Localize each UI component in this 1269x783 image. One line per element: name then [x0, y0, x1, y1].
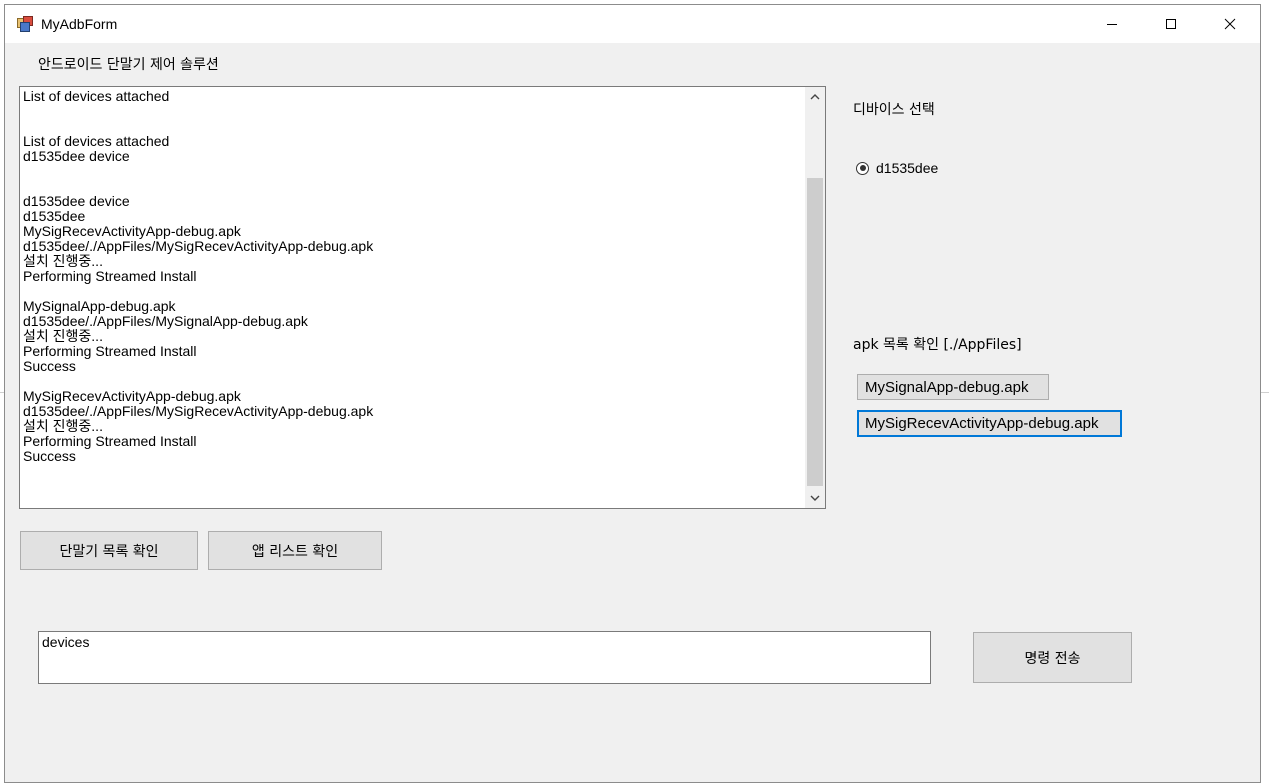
device-list-button[interactable]: 단말기 목록 확인: [20, 531, 198, 570]
close-button[interactable]: [1201, 5, 1259, 43]
header-label: 안드로이드 단말기 제어 솔루션: [38, 57, 219, 73]
app-list-button[interactable]: 앱 리스트 확인: [208, 531, 382, 570]
device-list-button-label: 단말기 목록 확인: [59, 543, 159, 560]
apk-file-button-mysigrecevactivityapp[interactable]: MySigRecevActivityApp-debug.apk: [857, 410, 1122, 437]
scroll-up-button[interactable]: [805, 87, 825, 107]
command-input[interactable]: devices: [38, 631, 931, 684]
minimize-icon: [1107, 24, 1117, 25]
window-title: MyAdbForm: [41, 16, 118, 32]
maximize-icon: [1166, 19, 1176, 29]
chevron-up-icon: [810, 94, 820, 100]
apk-file-label: MySigRecevActivityApp-debug.apk: [865, 415, 1099, 432]
device-select-label: 디바이스 선택: [853, 102, 935, 118]
send-command-button-label: 명령 전송: [1024, 650, 1081, 667]
background-line: [1261, 392, 1269, 393]
app-list-button-label: 앱 리스트 확인: [251, 543, 339, 560]
send-command-button[interactable]: 명령 전송: [973, 632, 1132, 683]
device-radio-label: d1535dee: [876, 160, 939, 176]
apk-file-button-mysignalapp[interactable]: MySignalApp-debug.apk: [857, 374, 1049, 400]
log-output-textbox[interactable]: List of devices attached List of devices…: [19, 86, 826, 509]
scroll-thumb[interactable]: [807, 178, 823, 486]
apk-list-label: apk 목록 확인 [./AppFiles]: [853, 337, 1022, 353]
radio-button[interactable]: [856, 161, 869, 175]
app-icon: [17, 16, 33, 32]
minimize-button[interactable]: [1083, 5, 1141, 43]
radio-selected-dot: [859, 165, 866, 171]
apk-file-label: MySignalApp-debug.apk: [865, 378, 1029, 396]
app-window: MyAdbForm 안드로이드 단말기 제어 솔루션 List of devic…: [4, 4, 1261, 783]
close-icon: [1224, 18, 1236, 30]
vertical-scrollbar[interactable]: [805, 87, 825, 508]
title-bar[interactable]: MyAdbForm: [5, 5, 1260, 43]
chevron-down-icon: [810, 495, 820, 501]
log-text: List of devices attached List of devices…: [23, 88, 374, 464]
device-radio-d1535dee[interactable]: d1535dee: [856, 160, 938, 176]
scroll-down-button[interactable]: [805, 488, 825, 508]
maximize-button[interactable]: [1142, 5, 1200, 43]
